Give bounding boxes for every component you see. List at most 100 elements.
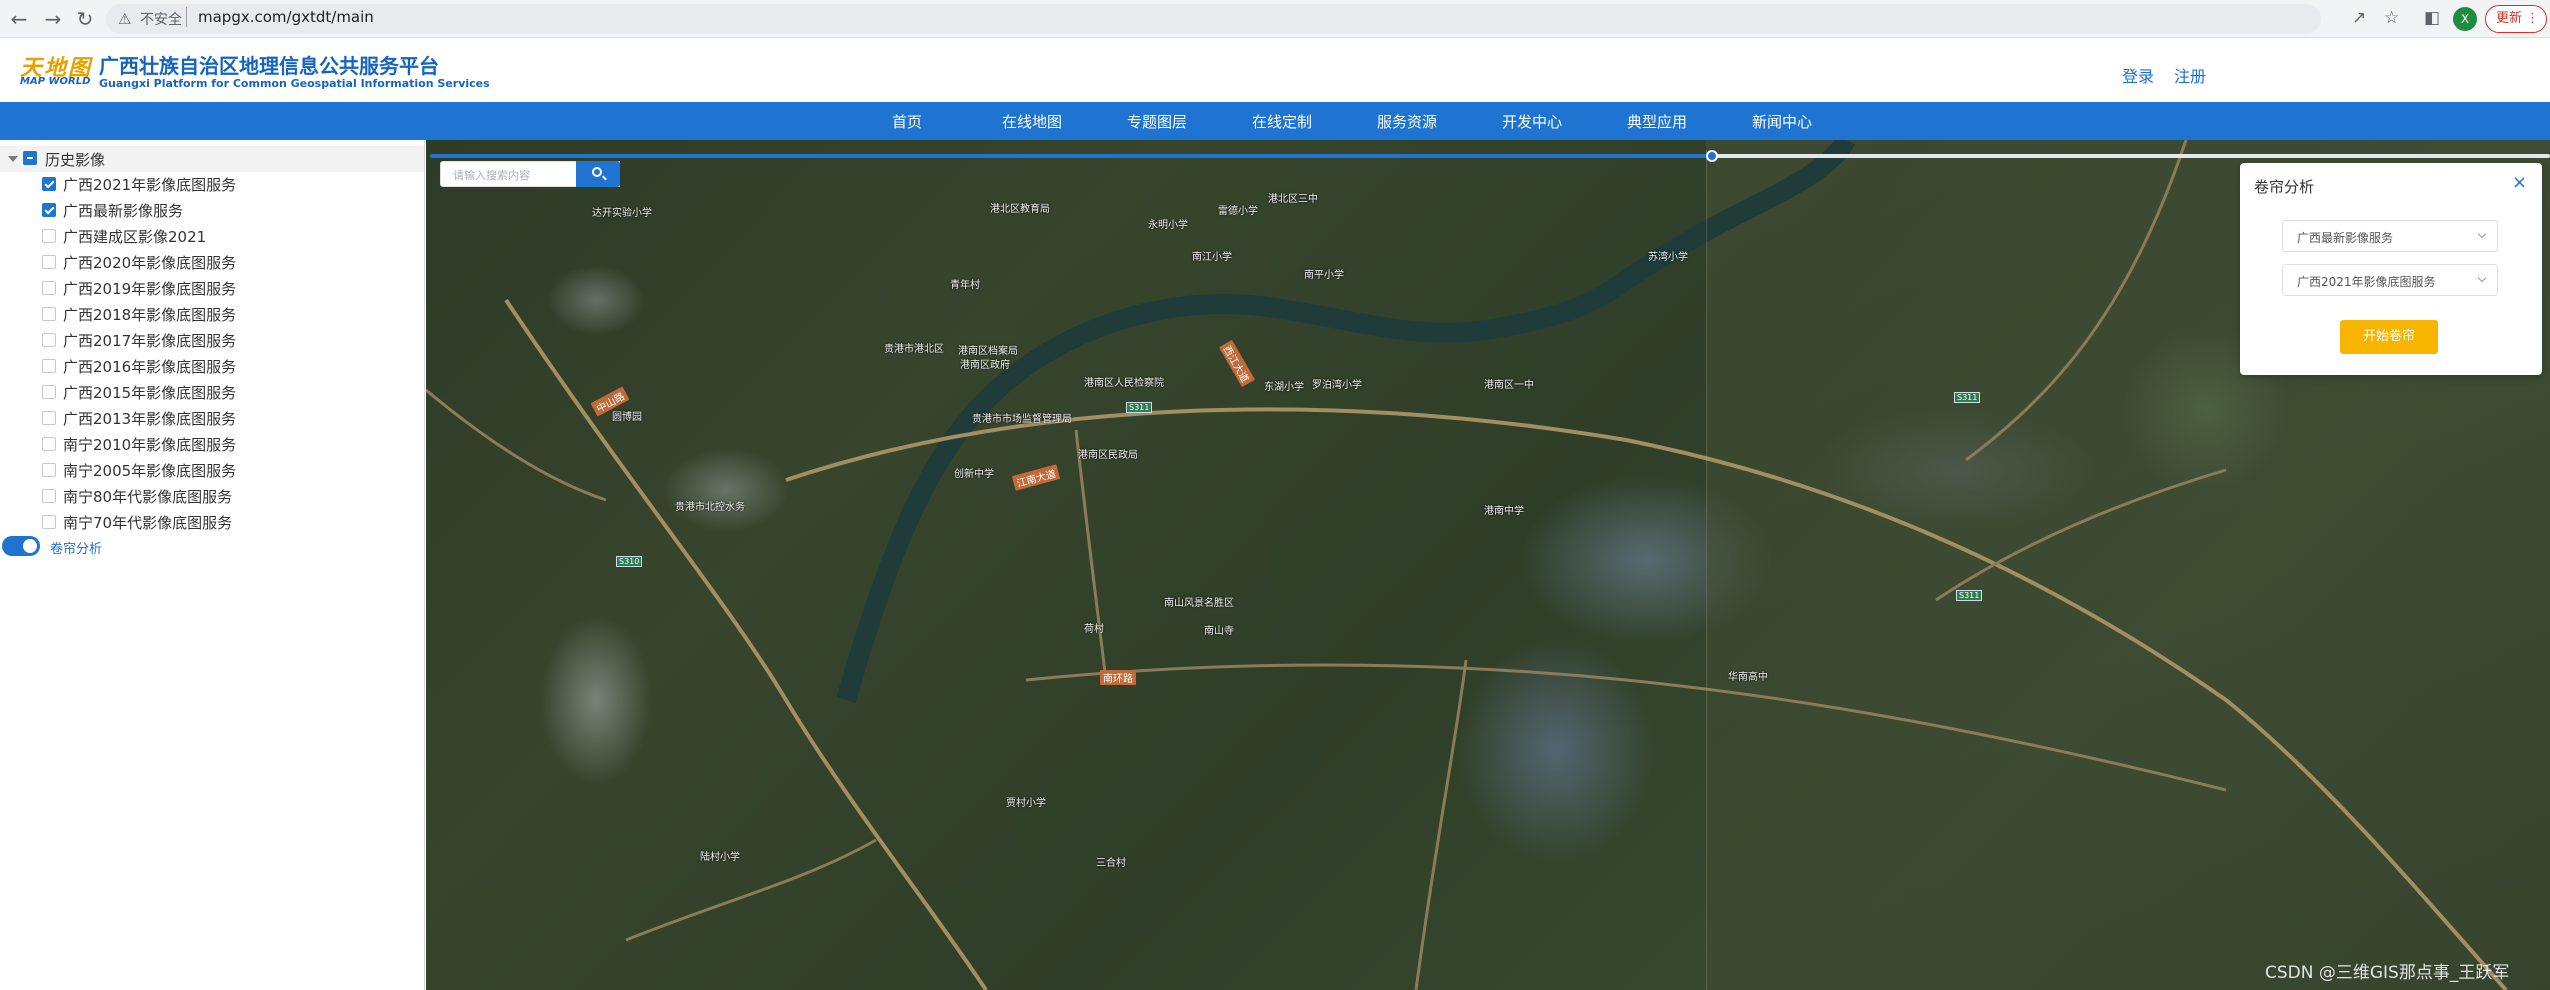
map-label[interactable]: 贾村小学 — [1006, 794, 1046, 809]
root-checkbox[interactable] — [23, 151, 37, 165]
share-icon[interactable]: ↗ — [2352, 8, 2366, 28]
map-label[interactable]: 港北区三中 — [1268, 190, 1318, 205]
map-label[interactable]: 贵港市北控水务 — [675, 498, 745, 513]
map-label[interactable]: 贵港市市场监督管理局 — [972, 410, 1072, 425]
swipe-slider[interactable] — [430, 150, 2550, 162]
layer-label-nn2010[interactable]: 南宁2010年影像底图服务 — [63, 434, 236, 455]
layer-label-2018[interactable]: 广西2018年影像底图服务 — [63, 304, 236, 325]
map-label[interactable]: 港南区档案局 — [958, 342, 1018, 357]
layer-checkbox-2018[interactable] — [42, 307, 56, 321]
tianditu-logo[interactable]: 天地图 MAP WORLD — [20, 50, 92, 92]
map-label[interactable]: 南山风景名胜区 — [1164, 594, 1234, 609]
layer-label-2017[interactable]: 广西2017年影像底图服务 — [63, 330, 236, 351]
layer-label-nn70s[interactable]: 南宁70年代影像底图服务 — [63, 512, 232, 533]
swipe-divider[interactable] — [1706, 150, 1707, 990]
caret-down-icon[interactable] — [8, 156, 18, 162]
map-label[interactable]: 圆博园 — [612, 408, 642, 423]
nav-online-map[interactable]: 在线地图 — [1002, 111, 1062, 132]
layer-label-built-2021[interactable]: 广西建成区影像2021 — [63, 226, 206, 247]
map-label[interactable]: 罗泊湾小学 — [1312, 376, 1362, 391]
toggle-knob — [23, 539, 37, 553]
layer-checkbox-nn2005[interactable] — [42, 463, 56, 477]
layer-label-2013[interactable]: 广西2013年影像底图服务 — [63, 408, 236, 429]
layer-checkbox-latest[interactable] — [42, 203, 56, 217]
satellite-map[interactable]: 达开实验小学 港北区教育局 永明小学 雷德小学 港北区三中 青年村 南平小学 苏… — [426, 140, 2550, 990]
map-label[interactable]: 南平小学 — [1304, 266, 1344, 281]
layer-checkbox-2016[interactable] — [42, 359, 56, 373]
nav-home[interactable]: 首页 — [892, 111, 922, 132]
layer-checkbox-2015[interactable] — [42, 385, 56, 399]
layer-label-2020[interactable]: 广西2020年影像底图服务 — [63, 252, 236, 273]
map-label[interactable]: 三合村 — [1096, 854, 1126, 869]
layer-checkbox-nn80s[interactable] — [42, 489, 56, 503]
layer-label-nn2005[interactable]: 南宁2005年影像底图服务 — [63, 460, 236, 481]
map-label[interactable]: 港南中学 — [1484, 502, 1524, 517]
nav-dev-center[interactable]: 开发中心 — [1502, 111, 1562, 132]
warning-icon[interactable]: ⚠ — [118, 10, 131, 28]
swipe-toggle[interactable] — [2, 536, 40, 556]
map-label[interactable]: 港南区民政局 — [1078, 446, 1138, 461]
left-layer-select[interactable]: 广西最新影像服务 — [2282, 220, 2498, 252]
map-label[interactable]: 贵港市港北区 — [884, 340, 944, 355]
nav-service-resources[interactable]: 服务资源 — [1377, 111, 1437, 132]
road-jiangnan — [504, 298, 988, 990]
map-label[interactable]: 港南区人民检察院 — [1084, 374, 1164, 389]
swipe-toggle-label[interactable]: 卷帘分析 — [50, 538, 102, 557]
layer-label-2016[interactable]: 广西2016年影像底图服务 — [63, 356, 236, 377]
map-label[interactable]: 青年村 — [950, 276, 980, 291]
layer-checkbox-2013[interactable] — [42, 411, 56, 425]
map-label[interactable]: 港南区政府 — [960, 356, 1010, 371]
layer-checkbox-2020[interactable] — [42, 255, 56, 269]
map-label[interactable]: 苏湾小学 — [1648, 248, 1688, 263]
layer-checkbox-nn70s[interactable] — [42, 515, 56, 529]
url-text[interactable]: mapgx.com/gxtdt/main — [198, 8, 374, 26]
map-label[interactable]: 创新中学 — [954, 465, 994, 480]
profile-avatar[interactable]: X — [2453, 7, 2477, 31]
map-search-button[interactable] — [576, 161, 620, 187]
side-panel-icon[interactable]: ◧ — [2424, 8, 2440, 28]
road-label[interactable]: 南环路 — [1100, 670, 1136, 685]
layer-label-nn80s[interactable]: 南宁80年代影像底图服务 — [63, 486, 232, 507]
forward-icon[interactable]: → — [40, 6, 66, 32]
layer-label-latest[interactable]: 广西最新影像服务 — [63, 200, 183, 221]
map-label[interactable]: 港北区教育局 — [990, 200, 1050, 215]
layer-checkbox-2017[interactable] — [42, 333, 56, 347]
start-swipe-button[interactable]: 开始卷帘 — [2340, 320, 2438, 354]
nav-thematic-layers[interactable]: 专题图层 — [1127, 111, 1187, 132]
map-label[interactable]: 达开实验小学 — [592, 204, 652, 219]
nav-online-custom[interactable]: 在线定制 — [1252, 111, 1312, 132]
update-button[interactable]: 更新 ⋮ — [2485, 5, 2547, 33]
layer-checkbox-nn2010[interactable] — [42, 437, 56, 451]
map-label[interactable]: 东湖小学 — [1264, 378, 1304, 393]
register-link[interactable]: 注册 — [2174, 63, 2206, 87]
slider-handle[interactable] — [1706, 150, 1718, 162]
layer-checkbox-built-2021[interactable] — [42, 229, 56, 243]
tree-root-row[interactable]: 历史影像 — [0, 146, 424, 172]
back-icon[interactable]: ← — [6, 6, 32, 32]
map-label[interactable]: 港南区一中 — [1484, 376, 1534, 391]
left-layer-value: 广西最新影像服务 — [2297, 231, 2394, 245]
browser-toolbar: ← → ↻ ⚠ 不安全 mapgx.com/gxtdt/main ↗ ☆ ◧ X… — [0, 0, 2550, 38]
layer-label-2021[interactable]: 广西2021年影像底图服务 — [63, 174, 236, 195]
address-bar[interactable] — [106, 4, 2321, 34]
map-label[interactable]: 荷村 — [1084, 620, 1104, 635]
road-main-east — [785, 407, 2508, 990]
layer-label-2015[interactable]: 广西2015年影像底图服务 — [63, 382, 236, 403]
close-icon[interactable]: × — [2512, 172, 2527, 193]
map-label[interactable]: 南山寺 — [1204, 622, 1234, 637]
map-label[interactable]: 陆村小学 — [700, 848, 740, 863]
layer-checkbox-2021[interactable] — [42, 177, 56, 191]
layer-checkbox-2019[interactable] — [42, 281, 56, 295]
nav-typical-apps[interactable]: 典型应用 — [1627, 111, 1687, 132]
map-label[interactable]: 华南高中 — [1728, 668, 1768, 683]
nav-news-center[interactable]: 新闻中心 — [1752, 111, 1812, 132]
reload-icon[interactable]: ↻ — [72, 6, 98, 32]
map-label[interactable]: 永明小学 — [1148, 216, 1188, 231]
bookmark-star-icon[interactable]: ☆ — [2384, 8, 2399, 28]
login-link[interactable]: 登录 — [2122, 63, 2154, 87]
insecure-label[interactable]: 不安全 — [140, 9, 182, 29]
layer-label-2019[interactable]: 广西2019年影像底图服务 — [63, 278, 236, 299]
right-layer-select[interactable]: 广西2021年影像底图服务 — [2282, 264, 2498, 296]
map-label[interactable]: 雷德小学 — [1218, 202, 1258, 217]
map-label[interactable]: 南江小学 — [1192, 248, 1232, 263]
